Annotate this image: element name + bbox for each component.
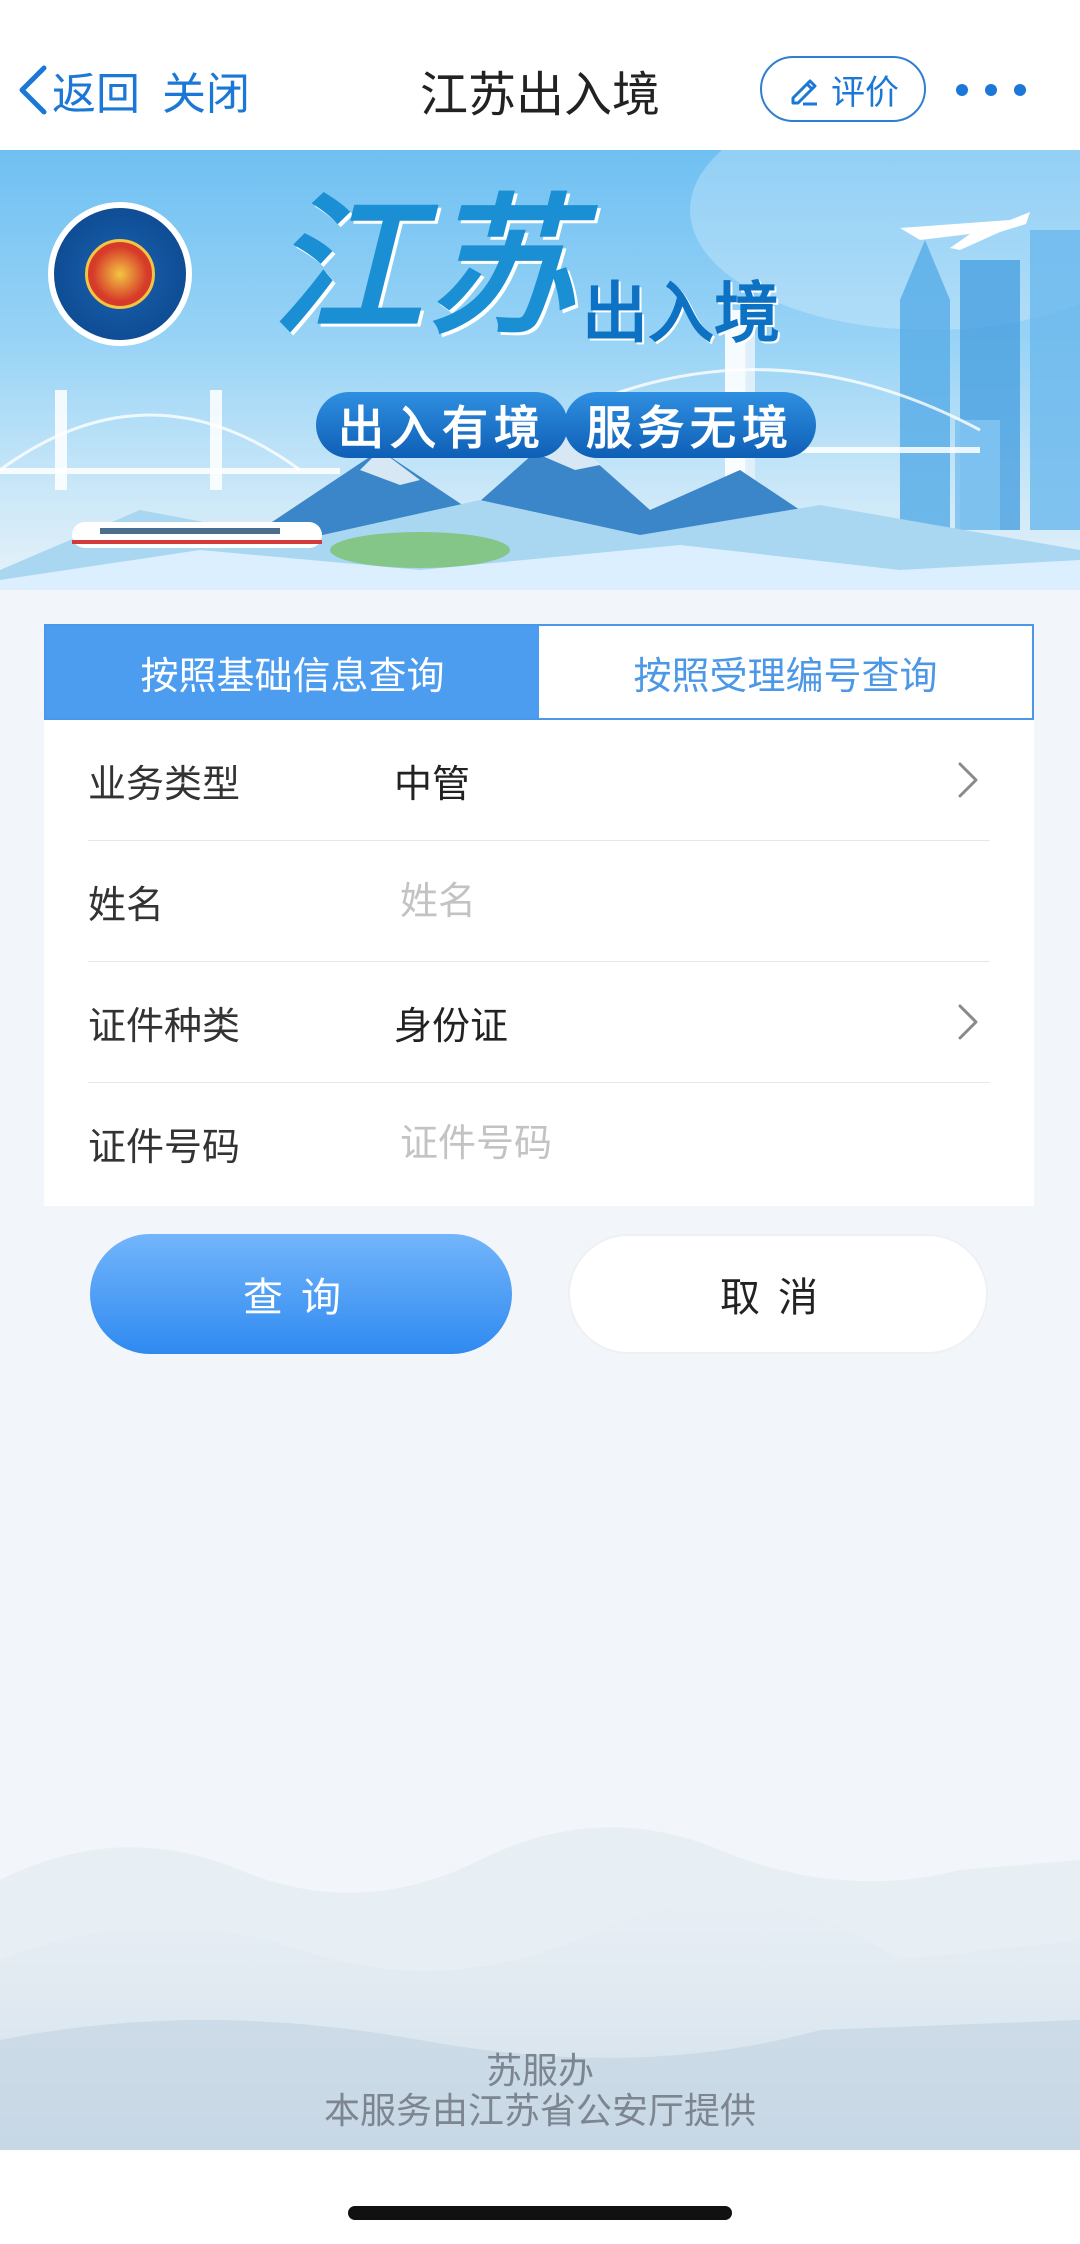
hero-banner: 江苏 出入境 出入有境 服务无境 (0, 150, 1080, 590)
id-type-row[interactable]: 证件种类 身份证 (88, 962, 990, 1083)
slogan-1: 出入有境 (316, 392, 568, 458)
query-button[interactable]: 查询 (90, 1234, 512, 1354)
home-bar-area (0, 2150, 1080, 2244)
footer-provider-text: 本服务由江苏省公安厅提供 (323, 2091, 756, 2132)
back-button[interactable]: 返回 (18, 54, 140, 126)
business-type-label: 业务类型 (88, 762, 241, 806)
more-dot-icon (985, 84, 997, 96)
slogan-2: 服务无境 (564, 392, 816, 458)
query-mode-tabs: 按照基础信息查询 按照受理编号查询 (44, 624, 1034, 720)
chevron-right-icon (958, 762, 978, 798)
more-options-button[interactable] (956, 70, 1026, 110)
name-input[interactable] (388, 869, 972, 933)
query-form: 业务类型 中管 姓名 证件种类 身份证 证件号码 (44, 720, 1034, 1206)
china-immigration-emblem-icon (48, 202, 192, 346)
id-number-row: 证件号码 (88, 1083, 990, 1204)
id-number-input[interactable] (388, 1111, 972, 1175)
more-dot-icon (1014, 84, 1026, 96)
tab-application-number-query[interactable]: 按照受理编号查询 (539, 626, 1032, 718)
close-button[interactable]: 关闭 (162, 54, 250, 126)
close-label: 关闭 (162, 69, 250, 120)
edit-pencil-icon (791, 79, 817, 106)
home-indicator[interactable] (348, 2206, 732, 2220)
rate-label: 评价 (831, 72, 899, 113)
chevron-left-icon (19, 65, 47, 115)
name-row: 姓名 (88, 841, 990, 962)
id-type-label: 证件种类 (88, 1004, 241, 1048)
banner-title-suffix: 出入境 (582, 275, 780, 352)
rate-button[interactable]: 评价 (760, 56, 926, 122)
top-navigation-bar: 返回 关闭 江苏出入境 评价 (0, 0, 1080, 150)
name-label: 姓名 (88, 883, 165, 927)
page-title: 江苏出入境 (419, 67, 660, 123)
cancel-button[interactable]: 取消 (568, 1234, 988, 1354)
more-dot-icon (956, 84, 968, 96)
business-type-row[interactable]: 业务类型 中管 (88, 720, 990, 841)
back-label: 返回 (52, 69, 140, 120)
id-type-value: 身份证 (394, 1004, 509, 1048)
national-emblem-icon (85, 239, 155, 309)
chevron-right-icon (958, 1004, 978, 1040)
business-type-value: 中管 (394, 762, 471, 806)
tab-basic-info-query[interactable]: 按照基础信息查询 (46, 626, 539, 718)
banner-title-script: 江苏 (272, 179, 581, 355)
id-number-label: 证件号码 (88, 1125, 241, 1169)
